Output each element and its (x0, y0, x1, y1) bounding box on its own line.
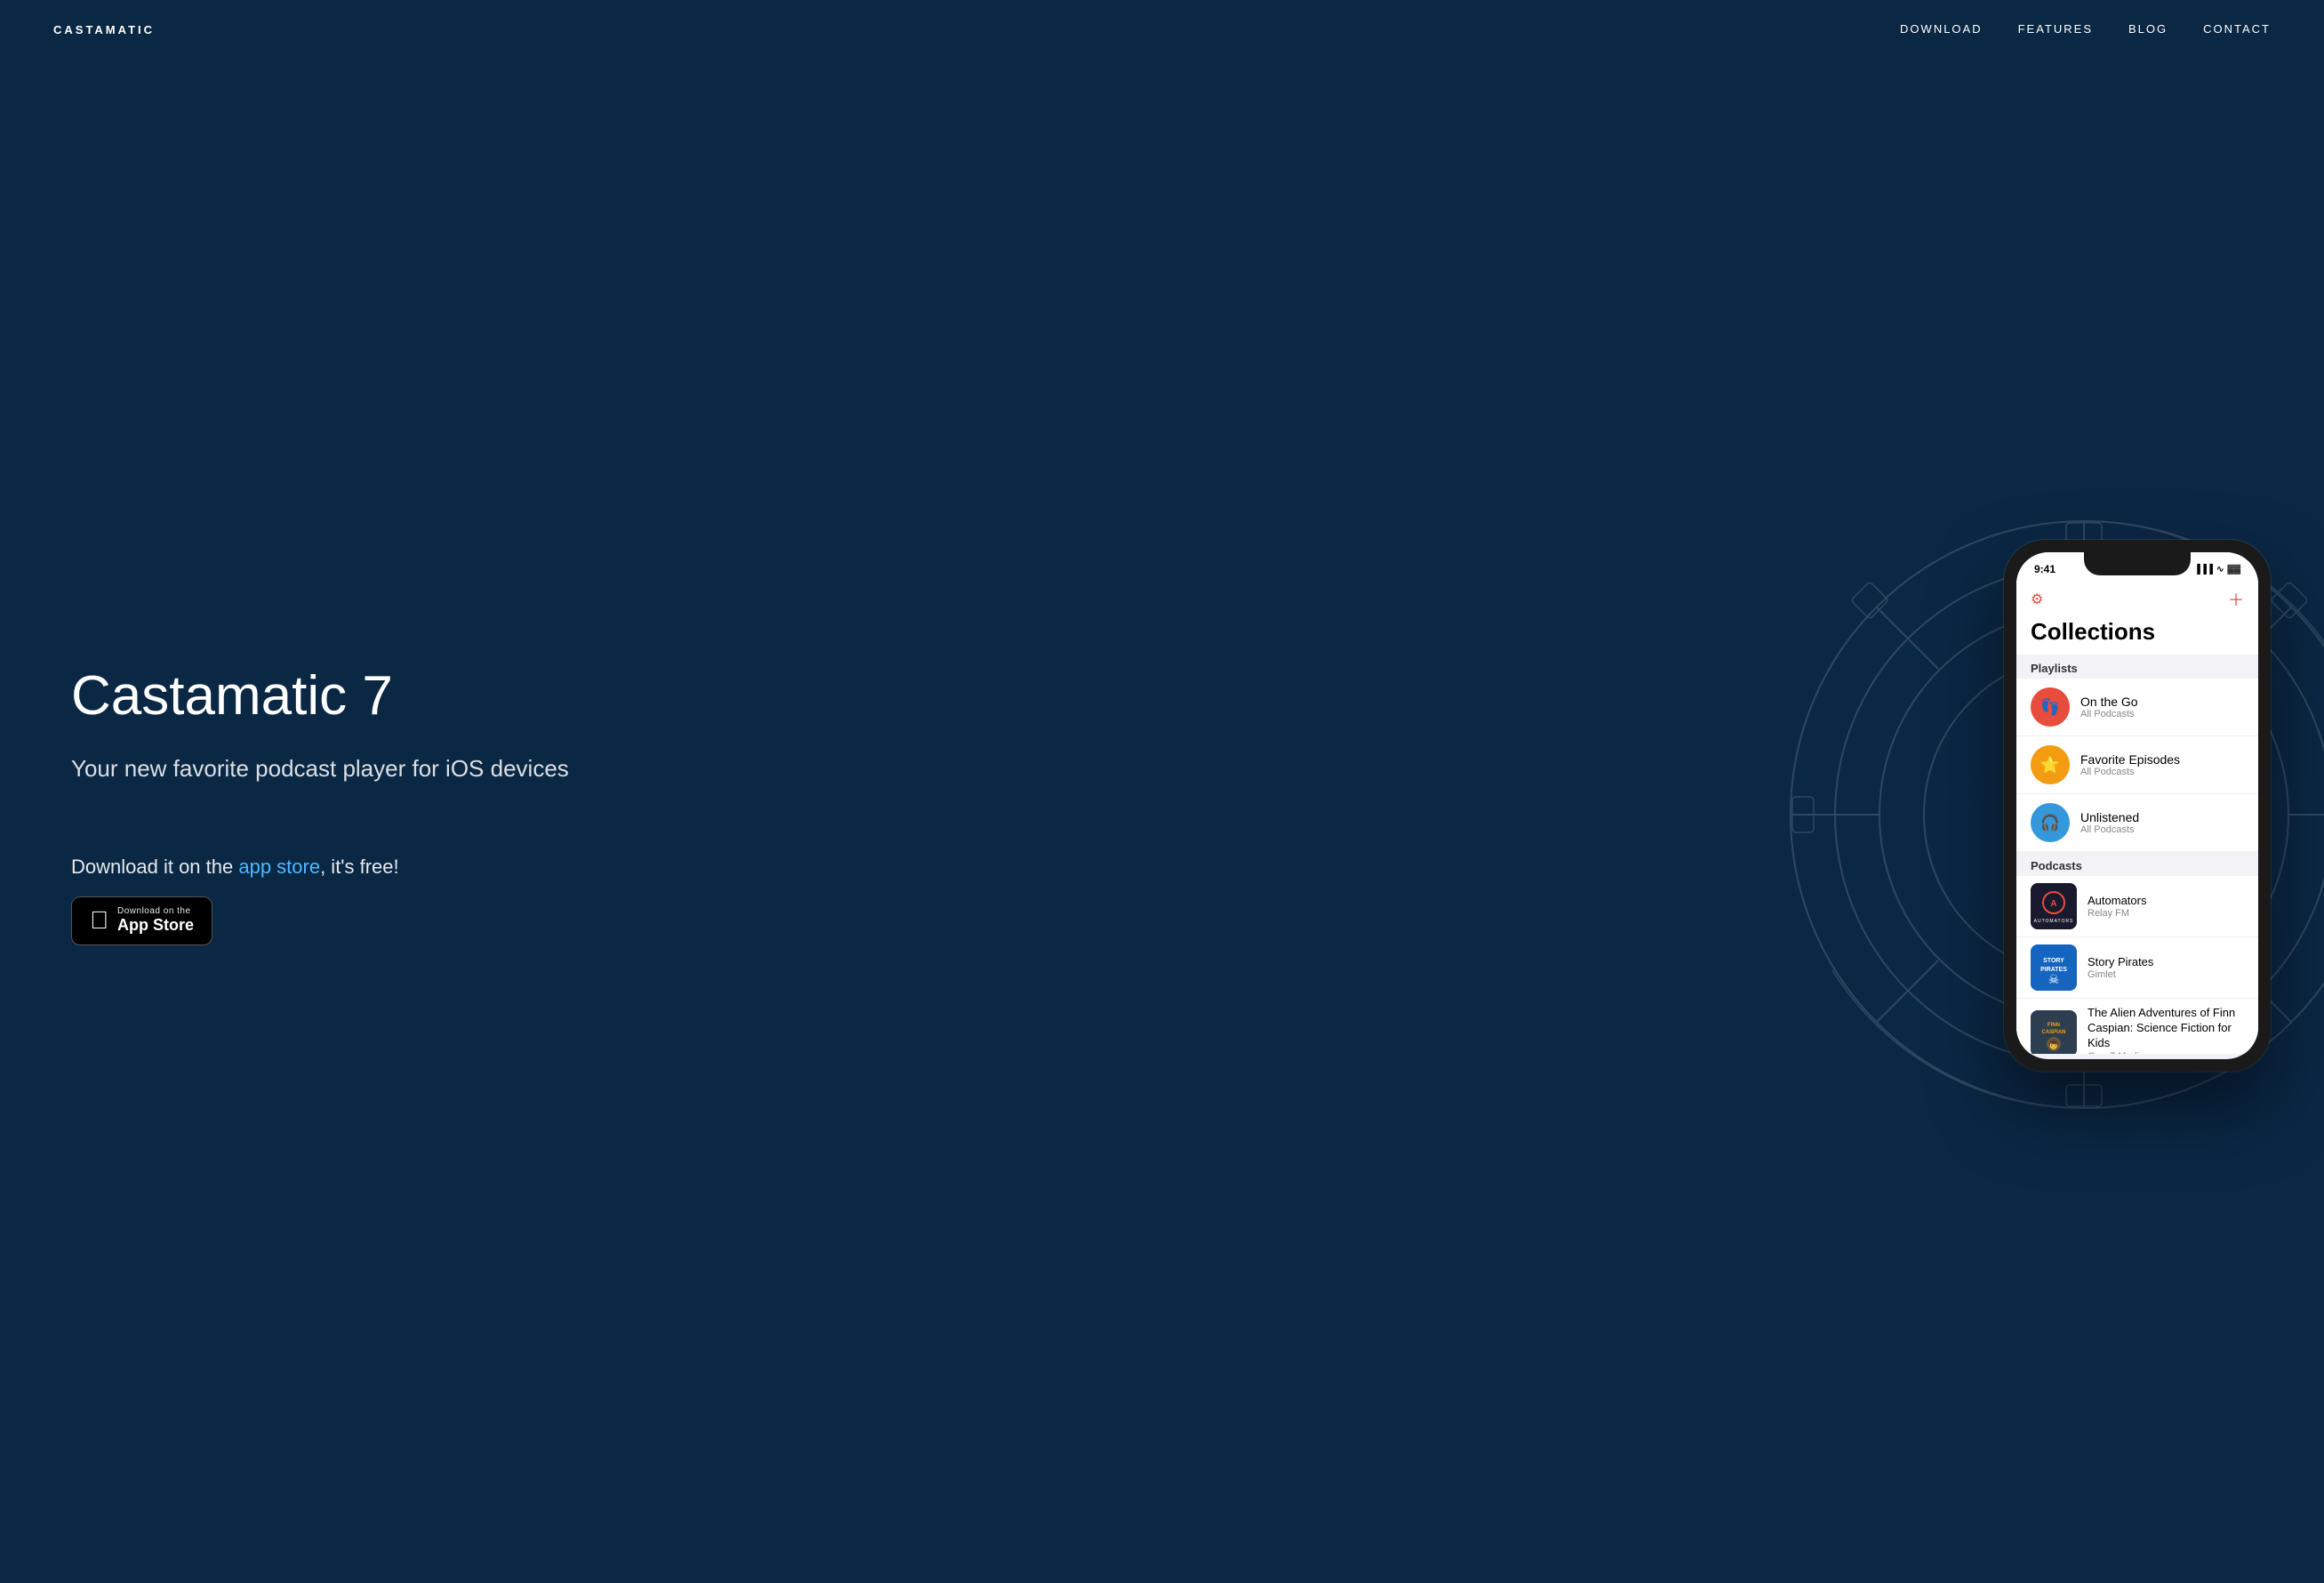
podcast-item-story-pirates[interactable]: STORY PIRATES ☠ Story Pirates Gimlet (2016, 937, 2258, 999)
unlistened-info: Unlistened All Podcasts (2080, 810, 2244, 835)
story-pirates-sub: Gimlet (2088, 969, 2244, 980)
status-icons: ▐▐▐ ∿ ▓▓ (2194, 565, 2240, 575)
playlist-item-favorites[interactable]: ⭐ Favorite Episodes All Podcasts (2016, 736, 2258, 794)
favorites-icon: ⭐ (2031, 745, 2070, 784)
badge-bottom-text: App Store (117, 916, 194, 936)
navigation: CASTAMATIC DOWNLOAD FEATURES BLOG CONTAC… (0, 0, 2324, 59)
podcast-item-automators[interactable]: A AUTOMATORS Automators Relay FM (2016, 876, 2258, 937)
svg-text:FINN: FINN (2048, 1023, 2060, 1028)
hero-content: Castamatic 7 Your new favorite podcast p… (71, 666, 569, 944)
on-the-go-info: On the Go All Podcasts (2080, 695, 2244, 719)
hero-title: Castamatic 7 (71, 666, 569, 727)
svg-text:CASPIAN: CASPIAN (2041, 1030, 2065, 1035)
story-pirates-thumb: STORY PIRATES ☠ (2031, 944, 2077, 991)
nav-links: DOWNLOAD FEATURES BLOG CONTACT (1900, 21, 2271, 37)
nav-download[interactable]: DOWNLOAD (1900, 22, 1983, 36)
on-the-go-name: On the Go (2080, 695, 2244, 709)
phone-frame: 9:41 ▐▐▐ ∿ ▓▓ ⚙ ＋ Colle (2004, 540, 2271, 1072)
automators-thumb: A AUTOMATORS (2031, 883, 2077, 929)
add-collection-icon[interactable]: ＋ (2228, 588, 2244, 611)
unlistened-name: Unlistened (2080, 810, 2244, 824)
podcast-item-finn-caspian[interactable]: FINN CASPIAN 👦 The Alien Adventures of F… (2016, 999, 2258, 1054)
hero-section: Castamatic 7 Your new favorite podcast p… (0, 59, 2324, 1571)
svg-text:☠: ☠ (2048, 972, 2060, 986)
playlist-item-on-the-go[interactable]: 👣 On the Go All Podcasts (2016, 679, 2258, 736)
nav-blog[interactable]: BLOG (2128, 22, 2168, 36)
nav-features[interactable]: FEATURES (2018, 22, 2093, 36)
signal-icon: ▐▐▐ (2194, 565, 2213, 575)
hero-subtitle: Your new favorite podcast player for iOS… (71, 752, 569, 784)
svg-text:STORY: STORY (2043, 958, 2064, 964)
download-prompt: Download it on the app store, it's free! (71, 856, 569, 879)
favorites-sub: All Podcasts (2080, 767, 2244, 777)
finn-caspian-thumb: FINN CASPIAN 👦 (2031, 1010, 2077, 1054)
favorites-info: Favorite Episodes All Podcasts (2080, 752, 2244, 777)
playlists-section-header: Playlists (2016, 655, 2258, 679)
finn-caspian-name: The Alien Adventures of Finn Caspian: Sc… (2088, 1006, 2244, 1051)
app-screen-content: ⚙ ＋ Collections Playlists 👣 (2016, 579, 2258, 1054)
svg-text:👦: 👦 (2048, 1039, 2059, 1050)
app-store-badge[interactable]:  Download on the App Store (71, 896, 212, 945)
story-pirates-info: Story Pirates Gimlet (2088, 955, 2244, 981)
nav-logo[interactable]: CASTAMATIC (53, 23, 155, 36)
favorites-name: Favorite Episodes (2080, 752, 2244, 767)
svg-text:AUTOMATORS: AUTOMATORS (2034, 919, 2074, 924)
on-the-go-icon: 👣 (2031, 687, 2070, 727)
wifi-icon: ∿ (2216, 565, 2224, 575)
automators-name: Automators (2088, 894, 2244, 909)
automators-sub: Relay FM (2088, 908, 2244, 919)
apple-icon:  (90, 906, 108, 935)
story-pirates-name: Story Pirates (2088, 955, 2244, 970)
svg-text:A: A (2050, 899, 2056, 909)
app-header-bar: ⚙ ＋ (2016, 579, 2258, 618)
playlist-item-unlistened[interactable]: 🎧 Unlistened All Podcasts (2016, 794, 2258, 852)
status-time: 9:41 (2034, 563, 2056, 575)
collections-title: Collections (2031, 618, 2244, 646)
app-store-link[interactable]: app store (238, 856, 320, 878)
battery-icon: ▓▓ (2227, 565, 2240, 575)
on-the-go-sub: All Podcasts (2080, 709, 2244, 719)
finn-caspian-sub: Gen-Z Media (2088, 1051, 2244, 1054)
badge-text: Download on the App Store (117, 906, 194, 936)
phone-screen: 9:41 ▐▐▐ ∿ ▓▓ ⚙ ＋ Colle (2016, 552, 2258, 1059)
unlistened-sub: All Podcasts (2080, 824, 2244, 835)
badge-top-text: Download on the (117, 906, 194, 916)
download-text-start: Download it on the (71, 856, 238, 878)
phone-notch (2084, 552, 2191, 575)
nav-contact[interactable]: CONTACT (2203, 22, 2271, 36)
automators-info: Automators Relay FM (2088, 894, 2244, 920)
download-text-end: , it's free! (320, 856, 399, 878)
app-title-row: Collections (2016, 618, 2258, 655)
phone-mockup: 9:41 ▐▐▐ ∿ ▓▓ ⚙ ＋ Colle (2004, 540, 2271, 1072)
settings-gear-icon[interactable]: ⚙ (2031, 591, 2043, 608)
finn-caspian-info: The Alien Adventures of Finn Caspian: Sc… (2088, 1006, 2244, 1054)
unlistened-icon: 🎧 (2031, 803, 2070, 842)
podcasts-section-header: Podcasts (2016, 852, 2258, 876)
